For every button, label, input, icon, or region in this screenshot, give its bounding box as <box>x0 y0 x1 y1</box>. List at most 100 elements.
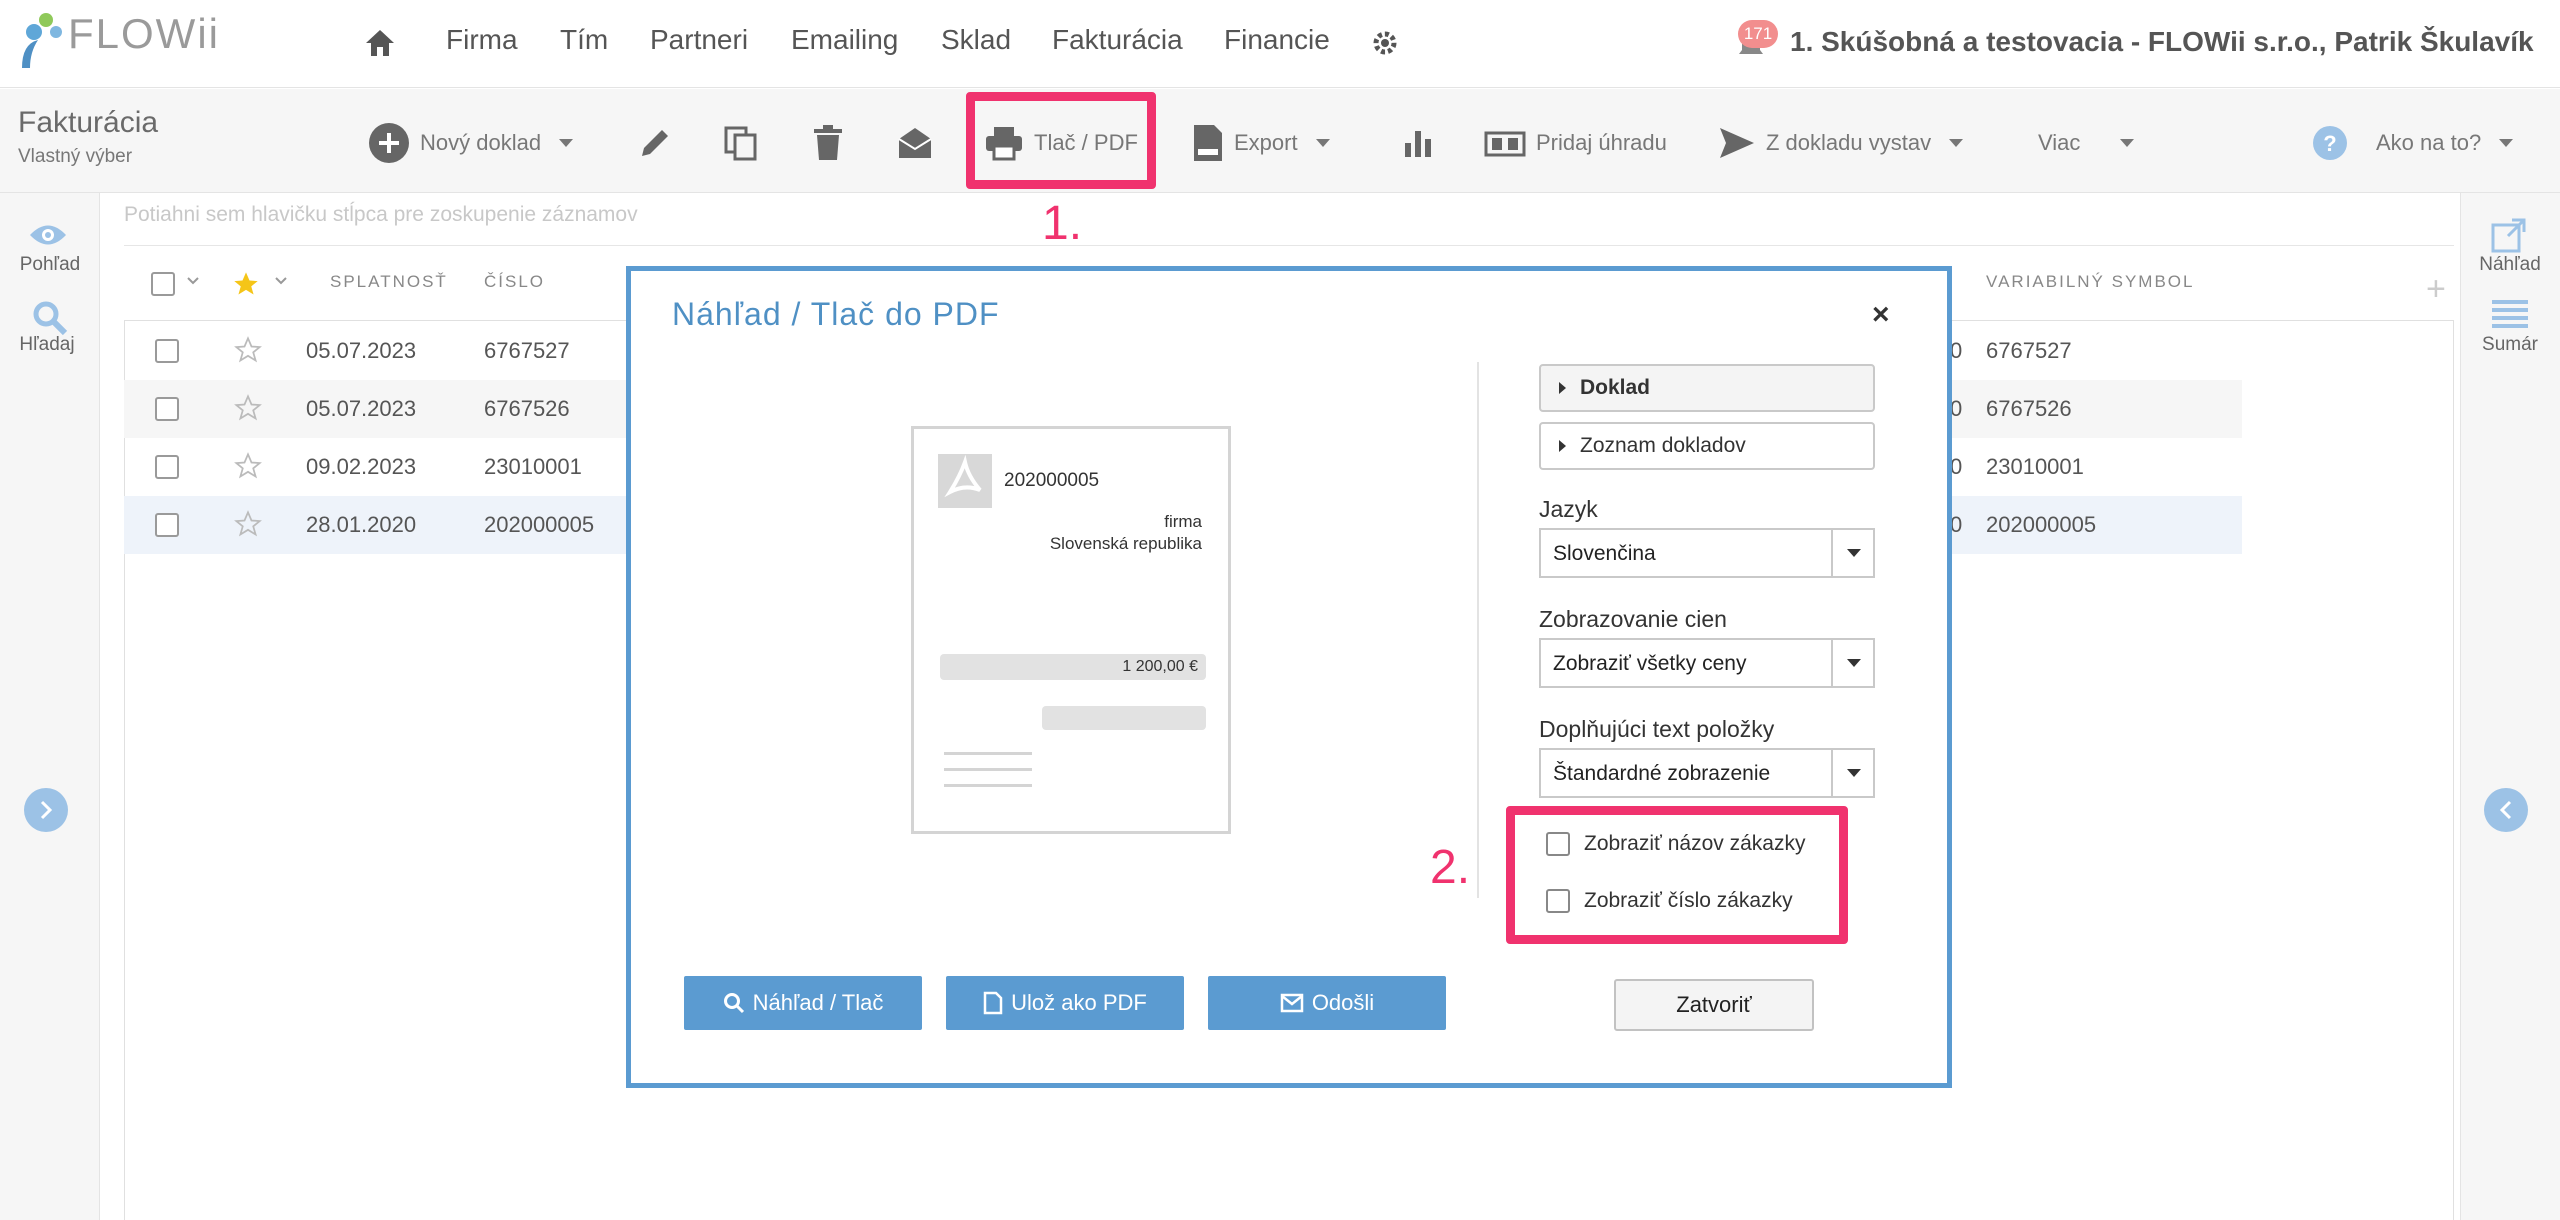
page-subtitle[interactable]: Vlastný výber <box>18 146 132 168</box>
send-label: Odošli <box>1311 990 1375 1015</box>
preview-placeholder-bar <box>1042 706 1206 730</box>
checkbox[interactable] <box>1546 889 1570 913</box>
edit-button[interactable] <box>636 120 684 166</box>
chevron-down-icon <box>2120 139 2135 147</box>
chevron-right-icon <box>40 800 53 820</box>
eye-icon[interactable] <box>28 222 68 248</box>
export-file-icon <box>1194 125 1222 161</box>
new-document-button[interactable]: Nový doklad <box>368 120 574 166</box>
star-outline-icon[interactable] <box>234 510 262 538</box>
svg-text:?: ? <box>2323 131 2336 156</box>
more-label: Viac <box>2038 130 2081 155</box>
preview-print-label: Náhľad / Tlač <box>752 990 884 1015</box>
chevron-left-icon <box>2499 800 2512 820</box>
export-label: Export <box>1234 130 1298 155</box>
accordion-document[interactable]: Doklad <box>1539 364 1875 412</box>
row-checkbox[interactable] <box>155 513 179 537</box>
app-logo-text[interactable]: FLOWii <box>68 10 220 58</box>
row-checkbox[interactable] <box>155 397 179 421</box>
list-icon[interactable] <box>2492 298 2528 328</box>
show-order-number-checkbox[interactable]: Zobraziť číslo zákazky <box>1546 889 1793 913</box>
nav-tim[interactable]: Tím <box>560 24 608 56</box>
due-date-cell: 28.01.2020 <box>306 512 417 537</box>
search-label[interactable]: Hľadaj <box>0 334 94 356</box>
pencil-icon <box>642 130 668 156</box>
star-outline-icon[interactable] <box>234 452 262 480</box>
home-icon[interactable] <box>364 28 396 58</box>
help-button[interactable]: ? Ako na to? <box>2312 120 2514 166</box>
checkbox[interactable] <box>1546 832 1570 856</box>
issue-from-document-button[interactable]: Z dokladu vystav <box>1718 120 1964 166</box>
pdf-file-icon <box>938 454 992 508</box>
item-text-value: Štandardné zobrazenie <box>1553 762 1771 785</box>
show-order-name-label: Zobraziť názov zákazky <box>1584 832 1806 855</box>
bar-chart-icon <box>1405 131 1431 157</box>
view-label[interactable]: Pohľad <box>0 254 100 276</box>
chevron-down-icon <box>1949 139 1964 147</box>
nav-sklad[interactable]: Sklad <box>941 24 1011 56</box>
star-filled-icon[interactable] <box>232 270 260 298</box>
caret-right-icon <box>1559 382 1566 394</box>
export-button[interactable]: Export <box>1192 120 1330 166</box>
trash-icon <box>814 125 842 160</box>
question-circle-icon: ? <box>2313 126 2347 160</box>
search-icon[interactable] <box>32 300 68 336</box>
star-outline-icon[interactable] <box>234 394 262 422</box>
accordion-document-list[interactable]: Zoznam dokladov <box>1539 422 1875 470</box>
show-order-name-checkbox[interactable]: Zobraziť názov zákazky <box>1546 832 1805 856</box>
row-checkbox[interactable] <box>155 455 179 479</box>
delete-button[interactable] <box>810 120 856 166</box>
nav-partneri[interactable]: Partneri <box>650 24 748 56</box>
print-pdf-button[interactable]: Tlač / PDF <box>984 120 1138 166</box>
column-header-due-date[interactable]: SPLATNOSŤ <box>330 272 448 292</box>
expand-left-button[interactable] <box>24 788 68 832</box>
statistics-button[interactable] <box>1402 120 1444 166</box>
nav-emailing[interactable]: Emailing <box>791 24 898 56</box>
flowii-logo-icon[interactable] <box>16 10 64 68</box>
language-value: Slovenčina <box>1553 542 1656 565</box>
language-select[interactable]: Slovenčina <box>1539 528 1875 578</box>
chevron-down-icon <box>559 139 574 147</box>
number-cell: 202000005 <box>484 512 595 537</box>
send-button[interactable]: Odošli <box>1208 976 1446 1030</box>
external-link-icon[interactable] <box>2490 216 2528 254</box>
column-header-variable-symbol[interactable]: VARIABILNÝ SYMBOL <box>1986 272 2194 292</box>
price-display-label: Zobrazovanie cien <box>1539 606 1727 632</box>
copy-button[interactable] <box>722 120 770 166</box>
star-outline-icon[interactable] <box>234 336 262 364</box>
nav-financie[interactable]: Financie <box>1224 24 1330 56</box>
variable-symbol-cell: 6767527 <box>1986 338 2072 363</box>
summary-label[interactable]: Sumár <box>2460 334 2560 356</box>
nav-firma[interactable]: Firma <box>446 24 518 56</box>
item-text-select[interactable]: Štandardné zobrazenie <box>1539 748 1875 798</box>
more-button[interactable]: Viac <box>2038 120 2135 166</box>
price-display-select[interactable]: Zobraziť všetky ceny <box>1539 638 1875 688</box>
preview-line <box>944 752 1032 755</box>
new-document-label: Nový doklad <box>420 130 542 155</box>
preview-print-button[interactable]: Náhľad / Tlač <box>684 976 922 1030</box>
notification-badge[interactable]: 171 <box>1738 20 1778 48</box>
group-by-hint[interactable]: Potiahni sem hlavičku stĺpca pre zoskupe… <box>124 203 638 227</box>
due-date-cell: 09.02.2023 <box>306 454 417 479</box>
preview-document-number: 202000005 <box>1004 470 1100 491</box>
row-checkbox[interactable] <box>155 339 179 363</box>
settings-gear-icon[interactable] <box>1370 28 1400 58</box>
add-payment-button[interactable]: Pridaj úhradu <box>1484 120 1667 166</box>
company-user-label[interactable]: 1. Skúšobná a testovacia - FLOWii s.r.o.… <box>1790 26 2534 58</box>
search-icon <box>723 993 744 1014</box>
nav-fakturacia[interactable]: Fakturácia <box>1052 24 1183 56</box>
chevron-down-icon[interactable] <box>274 276 288 286</box>
preview-country: Slovenská republika <box>1049 534 1202 553</box>
dropdown-arrow-icon <box>1831 750 1873 796</box>
chevron-down-icon[interactable] <box>186 276 200 286</box>
save-pdf-button[interactable]: Ulož ako PDF <box>946 976 1184 1030</box>
select-all-checkbox[interactable] <box>151 272 175 296</box>
close-dialog-button[interactable]: Zatvoriť <box>1614 979 1814 1031</box>
column-header-number[interactable]: ČÍSLO <box>484 272 545 292</box>
email-button[interactable] <box>896 120 944 166</box>
close-icon[interactable]: × <box>1872 298 1890 332</box>
expand-right-button[interactable] <box>2484 788 2528 832</box>
step1-annotation: 1. <box>1042 197 1083 250</box>
add-column-plus-icon[interactable]: + <box>2426 270 2446 309</box>
preview-panel-label[interactable]: Náhľad <box>2460 254 2560 276</box>
